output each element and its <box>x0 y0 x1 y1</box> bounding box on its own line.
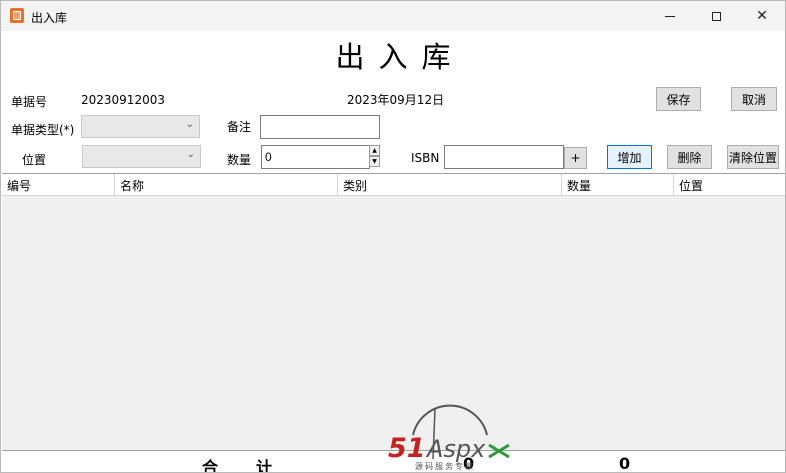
delete-button[interactable]: 删除 <box>667 145 712 169</box>
add-button[interactable]: 增加 <box>607 145 652 169</box>
cancel-button[interactable]: 取消 <box>731 87 777 111</box>
page-title: 出入库 <box>335 40 465 74</box>
chevron-down-icon: ⌄ <box>185 119 194 130</box>
spin-down-icon[interactable]: ▼ <box>369 156 380 167</box>
window-title: 出入库 <box>31 11 68 25</box>
column-header-category[interactable]: 类别 <box>338 174 562 195</box>
app-icon <box>10 8 24 23</box>
isbn-input[interactable] <box>444 145 564 169</box>
type-label: 单据类型(*) <box>11 123 75 137</box>
save-button[interactable]: 保存 <box>656 87 701 111</box>
title-bar[interactable]: 出入库 ✕ <box>1 1 785 31</box>
watermark-logo: 51 Aspx 源码服务专家 <box>388 404 510 471</box>
order-no-label: 单据号 <box>11 95 48 109</box>
date-value: 2023年09月12日 <box>347 93 445 107</box>
column-header-name[interactable]: 名称 <box>115 174 338 195</box>
type-select[interactable]: ⌄ <box>81 115 200 138</box>
quantity-stepper[interactable] <box>261 145 370 169</box>
quantity-label: 数量 <box>227 153 252 167</box>
close-button[interactable]: ✕ <box>739 1 785 31</box>
location-select[interactable]: ⌄ <box>82 145 201 168</box>
close-icon: ✕ <box>756 8 768 24</box>
maximize-icon <box>711 11 721 21</box>
remark-input[interactable] <box>260 115 380 139</box>
column-header-id[interactable]: 编号 <box>2 174 115 195</box>
maximize-button[interactable] <box>693 1 739 31</box>
spin-up-icon[interactable]: ▲ <box>369 145 380 156</box>
clear-location-button[interactable]: 清除位置 <box>727 145 779 169</box>
watermark-aspx: Aspx <box>425 435 486 463</box>
minimize-button[interactable] <box>647 1 693 31</box>
column-header-location[interactable]: 位置 <box>674 174 785 195</box>
location-label: 位置 <box>22 153 47 167</box>
main-window: 出入库 ✕ 出入库 单据号 20230912003 2023年09月12日 保存… <box>0 0 786 473</box>
watermark-tagline: 源码服务专家 <box>415 461 475 471</box>
totals-quantity: 0 <box>619 454 631 473</box>
remark-label: 备注 <box>227 120 252 134</box>
isbn-add-button[interactable]: + <box>564 147 587 169</box>
column-header-quantity[interactable]: 数量 <box>562 174 674 195</box>
isbn-label: ISBN <box>411 151 440 165</box>
grid-header: 编号 名称 类别 数量 位置 <box>2 174 785 196</box>
quantity-spinner[interactable]: ▲ ▼ <box>369 145 380 168</box>
totals-label-1: 合 <box>202 458 219 473</box>
chevron-down-icon: ⌄ <box>186 149 195 160</box>
order-no-value: 20230912003 <box>81 93 165 107</box>
minimize-icon <box>665 15 675 17</box>
watermark-51: 51 <box>388 433 426 464</box>
totals-label-2: 计 <box>256 458 273 473</box>
